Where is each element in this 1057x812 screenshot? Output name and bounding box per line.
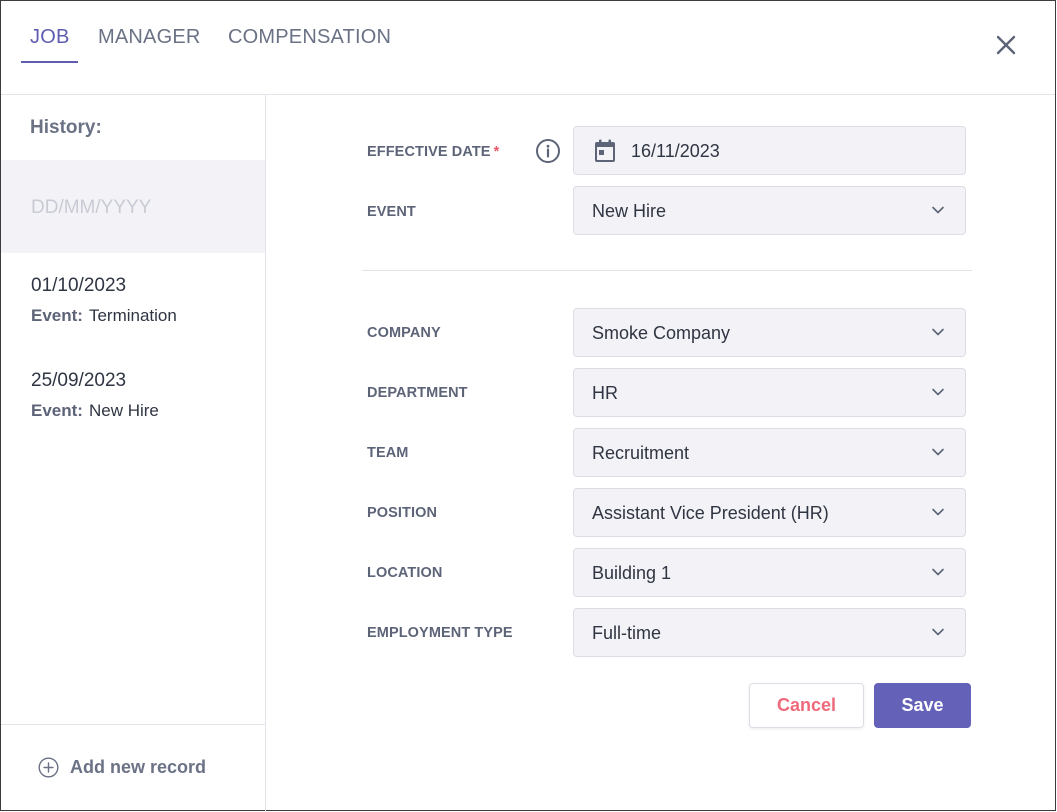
employment-type-label: EMPLOYMENT TYPE bbox=[367, 625, 513, 641]
history-event-value: New Hire bbox=[88, 401, 159, 420]
job-dialog: JOB MANAGER COMPENSATION History: DD/MM/… bbox=[0, 0, 1056, 811]
cancel-button[interactable]: Cancel bbox=[749, 683, 864, 728]
chevron-down-icon bbox=[932, 206, 944, 214]
chevron-down-icon bbox=[932, 388, 944, 396]
position-value: Assistant Vice President (HR) bbox=[592, 503, 829, 523]
company-select[interactable]: Smoke Company bbox=[573, 308, 966, 357]
position-label: POSITION bbox=[367, 505, 438, 521]
location-select[interactable]: Building 1 bbox=[573, 548, 966, 597]
close-button[interactable] bbox=[991, 30, 1021, 60]
form-divider bbox=[362, 270, 972, 271]
department-select[interactable]: HR bbox=[573, 368, 966, 417]
effective-date-label-text: EFFECTIVE DATE bbox=[367, 144, 491, 160]
tab-manager[interactable]: MANAGER bbox=[98, 25, 201, 63]
department-label: DEPARTMENT bbox=[367, 385, 468, 401]
history-item[interactable]: 25/09/2023 Event: New Hire bbox=[31, 370, 159, 421]
company-label: COMPANY bbox=[367, 325, 441, 341]
team-value: Recruitment bbox=[592, 443, 690, 463]
plus-circle-icon bbox=[38, 757, 59, 778]
add-new-record-button[interactable]: Add new record bbox=[38, 757, 206, 778]
chevron-down-icon bbox=[932, 328, 944, 336]
tab-compensation[interactable]: COMPENSATION bbox=[228, 25, 391, 63]
position-select[interactable]: Assistant Vice President (HR) bbox=[573, 488, 966, 537]
company-value: Smoke Company bbox=[592, 323, 731, 343]
close-icon bbox=[996, 35, 1016, 55]
history-sidebar: History: DD/MM/YYYY 01/10/2023 Event: Ter… bbox=[1, 95, 266, 811]
event-select[interactable]: New Hire bbox=[573, 186, 966, 235]
chevron-down-icon bbox=[932, 448, 944, 456]
new-entry-date-placeholder: DD/MM/YYYY bbox=[31, 197, 152, 218]
event-value: New Hire bbox=[592, 201, 667, 221]
history-title: History: bbox=[30, 117, 102, 138]
history-item-event: Event: New Hire bbox=[31, 401, 159, 421]
effective-date-label: EFFECTIVE DATE * bbox=[367, 144, 499, 160]
info-icon[interactable] bbox=[535, 138, 561, 164]
sidebar-footer: Add new record bbox=[1, 724, 265, 811]
add-new-record-label: Add new record bbox=[70, 757, 207, 777]
history-event-value: Termination bbox=[88, 306, 177, 325]
chevron-down-icon bbox=[932, 628, 944, 636]
dialog-header: JOB MANAGER COMPENSATION bbox=[1, 1, 1055, 95]
employment-type-select[interactable]: Full-time bbox=[573, 608, 966, 657]
history-event-label: Event: bbox=[31, 401, 83, 420]
employment-type-value: Full-time bbox=[592, 623, 662, 643]
chevron-down-icon bbox=[932, 508, 944, 516]
effective-date-value: 16/11/2023 bbox=[631, 141, 720, 161]
history-new-entry[interactable]: DD/MM/YYYY bbox=[1, 160, 265, 253]
history-item-date: 25/09/2023 bbox=[31, 370, 127, 391]
required-mark: * bbox=[493, 144, 500, 160]
save-button[interactable]: Save bbox=[874, 683, 971, 728]
calendar-icon bbox=[595, 139, 615, 162]
history-item-date: 01/10/2023 bbox=[31, 275, 127, 296]
history-event-label: Event: bbox=[31, 306, 83, 325]
chevron-down-icon bbox=[932, 568, 944, 576]
history-item[interactable]: 01/10/2023 Event: Termination bbox=[31, 275, 177, 326]
event-label: EVENT bbox=[367, 204, 416, 220]
history-item-event: Event: Termination bbox=[31, 306, 177, 326]
location-label: LOCATION bbox=[367, 565, 443, 581]
team-label: TEAM bbox=[367, 445, 409, 461]
tab-job[interactable]: JOB bbox=[30, 25, 70, 63]
effective-date-field[interactable]: 16/11/2023 bbox=[573, 126, 966, 175]
team-select[interactable]: Recruitment bbox=[573, 428, 966, 477]
active-tab-indicator bbox=[21, 61, 78, 63]
location-value: Building 1 bbox=[592, 563, 672, 583]
department-value: HR bbox=[592, 383, 618, 403]
